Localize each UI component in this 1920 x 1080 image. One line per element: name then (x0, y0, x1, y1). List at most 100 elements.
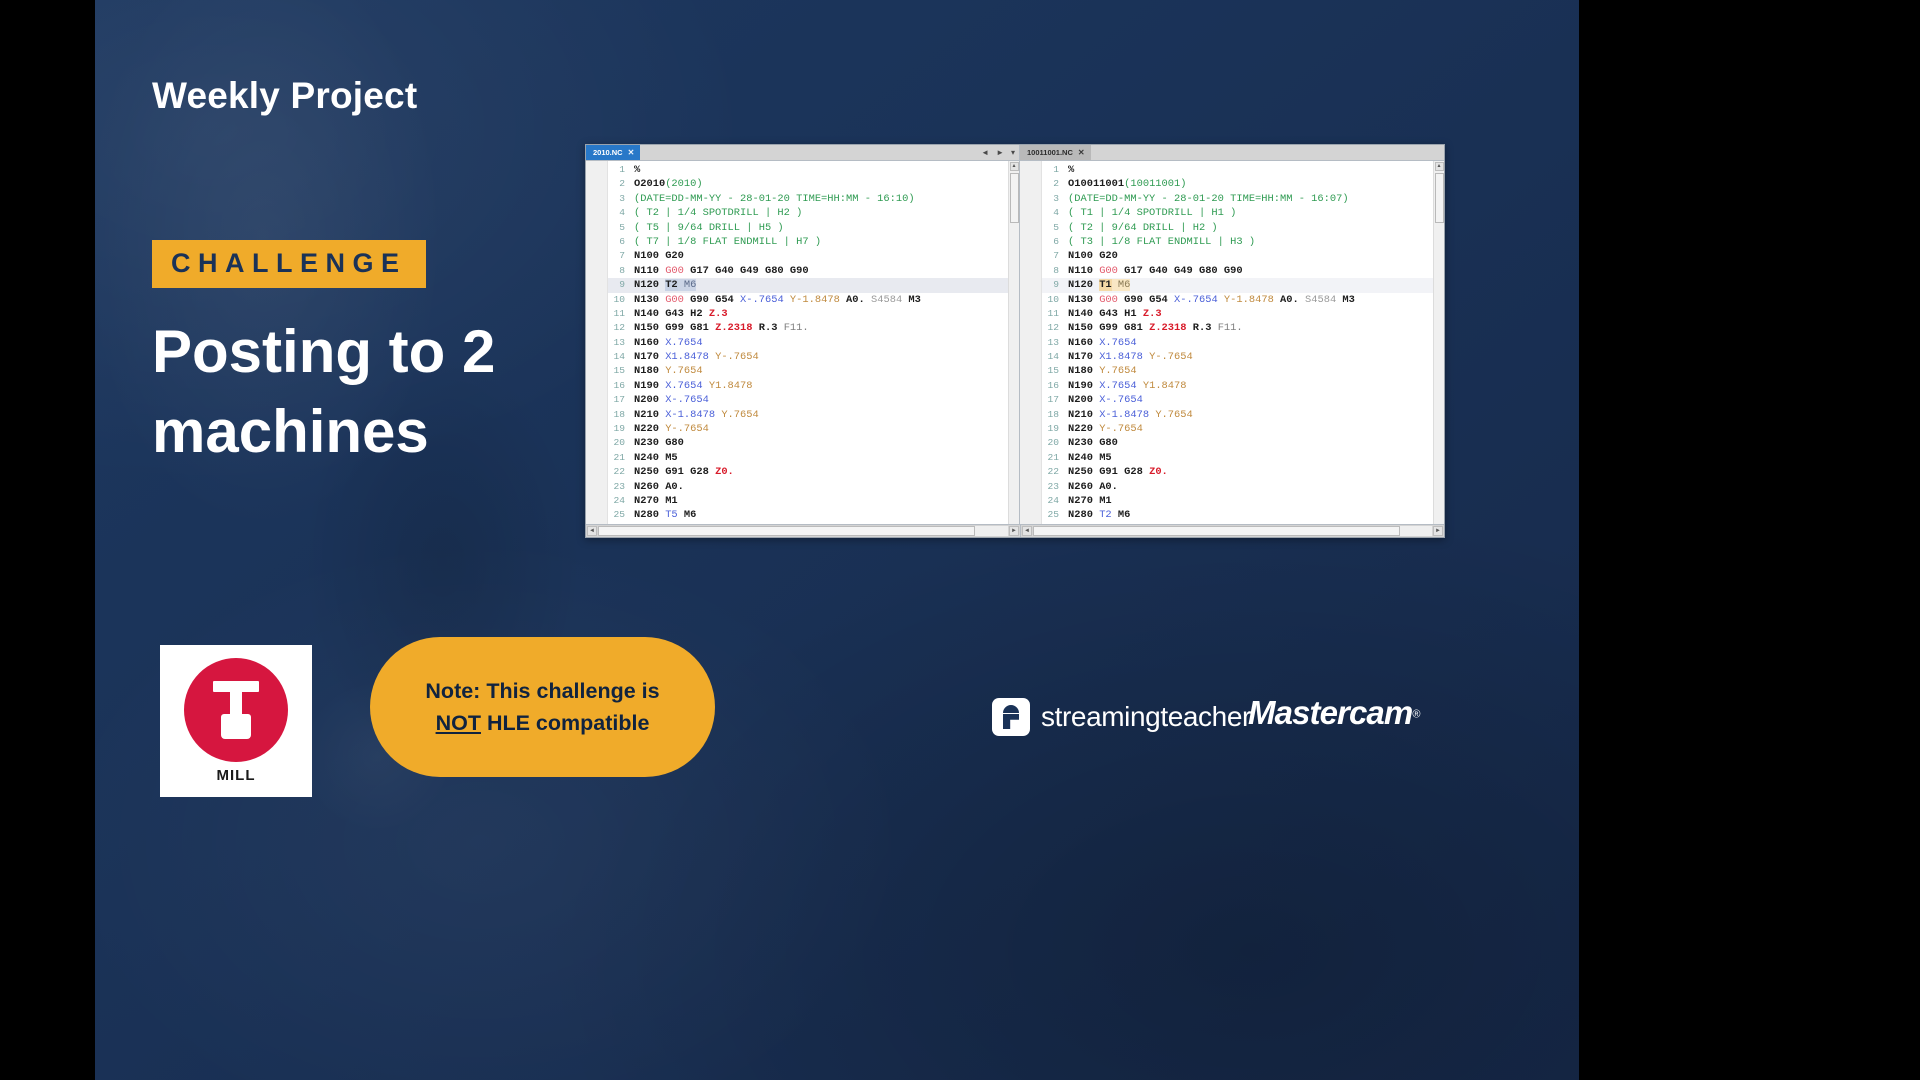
scroll-up-icon[interactable]: ▴ (1434, 162, 1444, 171)
code-line[interactable]: 12 N150 G99 G81 Z.2318 R.3 F11. (1042, 321, 1433, 335)
code-text: N180 Y.7654 (1068, 364, 1433, 378)
code-line[interactable]: 20 N230 G80 (608, 436, 1008, 450)
code-line[interactable]: 12 N150 G99 G81 Z.2318 R.3 F11. (608, 321, 1008, 335)
scroll-thumb[interactable] (598, 526, 976, 536)
code-line[interactable]: 15 N180 Y.7654 (608, 364, 1008, 378)
horizontal-scrollbar-right[interactable]: ◄ ► (1021, 525, 1444, 537)
code-line[interactable]: 10 N130 G00 G90 G54 X-.7654 Y-1.8478 A0. … (1042, 293, 1433, 307)
code-line[interactable]: 24 N270 M1 (608, 494, 1008, 508)
chevron-right-icon[interactable]: ► (996, 148, 1004, 157)
code-line[interactable]: 25 N280 T2 M6 (1042, 508, 1433, 522)
scroll-left-icon[interactable]: ◄ (1022, 526, 1032, 536)
code-token: Y-.7654 (1149, 351, 1193, 364)
code-lines-right[interactable]: 1% 2 O10011001(10011001) 3 (DATE=DD-MM-YY - … (1042, 161, 1433, 524)
mill-logo-label: MILL (216, 767, 256, 784)
editor-pane-left: 2010.NC ✕ ◄ ► ▾ 1%2O2010(2010)3(DATE (586, 145, 1020, 524)
line-number: 5 (1053, 221, 1059, 233)
code-line[interactable]: 17 N200 X-.7654 (608, 393, 1008, 407)
code-token: Y.7654 (1155, 408, 1193, 421)
code-line[interactable]: 4 ( T2 | 1/4 SPOTDRILL | H2 ) (608, 206, 1008, 220)
vertical-scrollbar-right[interactable]: ▴ (1433, 161, 1444, 524)
scroll-track[interactable] (598, 526, 1008, 536)
code-line[interactable]: 2 O2010(2010) (608, 177, 1008, 191)
code-line[interactable]: 15 N180 Y.7654 (1042, 364, 1433, 378)
code-line[interactable]: 5 ( T5 | 9/64 DRILL | H5 ) (608, 221, 1008, 235)
code-line[interactable]: 11 N140 G43 H2 Z.3 (608, 307, 1008, 321)
tab-2010-nc[interactable]: 2010.NC ✕ (586, 145, 641, 160)
line-number: 13 (613, 336, 625, 348)
code-line[interactable]: 1% (1042, 163, 1433, 177)
code-line[interactable]: 21 N240 M5 (608, 451, 1008, 465)
code-line[interactable]: 7 N100 G20 (608, 249, 1008, 263)
code-line[interactable]: 23 N260 A0. (608, 480, 1008, 494)
code-line[interactable]: 16 N190 X.7654 Y1.8478 (608, 379, 1008, 393)
code-line[interactable]: 18 N210 X-1.8478 Y.7654 (608, 408, 1008, 422)
scroll-thumb[interactable] (1009, 173, 1019, 223)
code-line[interactable]: 21 N240 M5 (1042, 451, 1433, 465)
code-line[interactable]: 6 ( T3 | 1/8 FLAT ENDMILL | H3 ) (1042, 235, 1433, 249)
tab-label: 10011001.NC (1027, 148, 1073, 157)
scroll-track[interactable] (1033, 526, 1432, 536)
code-text: N170 X1.8478 Y-.7654 (634, 350, 1008, 364)
code-line[interactable]: 4 ( T1 | 1/4 SPOTDRILL | H1 ) (1042, 206, 1433, 220)
code-line[interactable]: 11 N140 G43 H1 Z.3 (1042, 307, 1433, 321)
code-token: A0. (1099, 480, 1118, 493)
code-line[interactable]: 9 N120 T1 M6 (1042, 278, 1433, 293)
code-line[interactable]: 17 N200 X-.7654 (1042, 393, 1433, 407)
close-icon[interactable]: ✕ (628, 148, 635, 157)
code-line[interactable]: 25 N280 T5 M6 (608, 508, 1008, 522)
code-lines-left[interactable]: 1% 2 O2010(2010) 3 (DATE=DD-MM-YY - 28-01-20… (608, 161, 1008, 524)
scroll-thumb[interactable] (1033, 526, 1401, 536)
code-line[interactable]: 14 N170 X1.8478 Y-.7654 (608, 350, 1008, 364)
code-line[interactable]: 9 N120 T2 M6 (608, 278, 1008, 293)
chevron-down-icon[interactable]: ▾ (1011, 148, 1015, 157)
code-line[interactable]: 13 N160 X.7654 (608, 336, 1008, 350)
code-line[interactable]: 13 N160 X.7654 (1042, 336, 1433, 350)
code-line[interactable]: 3 (DATE=DD-MM-YY - 28-01-20 TIME=HH:MM - … (1042, 192, 1433, 206)
code-token: G17 G40 G49 G80 G90 (683, 264, 809, 277)
code-line[interactable]: 19 N220 Y-.7654 (608, 422, 1008, 436)
code-line[interactable]: 24 N270 M1 (1042, 494, 1433, 508)
scroll-left-icon[interactable]: ◄ (587, 526, 597, 536)
code-line[interactable]: 23 N260 A0. (1042, 480, 1433, 494)
chevron-left-icon[interactable]: ◄ (981, 148, 989, 157)
code-token: N140 (1068, 307, 1100, 320)
code-token: G90 G54 (1117, 293, 1175, 306)
code-line[interactable]: 6 ( T7 | 1/8 FLAT ENDMILL | H7 ) (608, 235, 1008, 249)
code-text: % (634, 163, 1008, 177)
code-line[interactable]: 22 N250 G91 G28 Z0. (1042, 465, 1433, 479)
code-line[interactable]: 5 ( T2 | 9/64 DRILL | H2 ) (1042, 221, 1433, 235)
code-token: (10011001) (1124, 178, 1187, 191)
code-line[interactable]: 19 N220 Y-.7654 (1042, 422, 1433, 436)
code-token: N240 (1068, 451, 1100, 464)
code-token: S4584 (1305, 293, 1337, 306)
code-line[interactable]: 14 N170 X1.8478 Y-.7654 (1042, 350, 1433, 364)
code-token: Z.3 (1142, 307, 1162, 320)
code-view-left[interactable]: 1% 2 O2010(2010) 3 (DATE=DD-MM-YY - 28-01-20… (586, 161, 1019, 524)
code-token: G00 (1099, 293, 1118, 306)
line-number: 19 (613, 423, 625, 435)
code-line[interactable]: 18 N210 X-1.8478 Y.7654 (1042, 408, 1433, 422)
code-line[interactable]: 16 N190 X.7654 Y1.8478 (1042, 379, 1433, 393)
code-token: Z0. (715, 466, 734, 479)
code-line[interactable]: 3 (DATE=DD-MM-YY - 28-01-20 TIME=HH:MM - … (608, 192, 1008, 206)
code-line[interactable]: 8 N110 G00 G17 G40 G49 G80 G90 (608, 264, 1008, 278)
scroll-right-icon[interactable]: ► (1433, 526, 1443, 536)
horizontal-scrollbar-left[interactable]: ◄ ► (586, 525, 1020, 537)
close-icon[interactable]: ✕ (1078, 148, 1085, 157)
scroll-thumb[interactable] (1434, 173, 1444, 223)
code-line[interactable]: 8 N110 G00 G17 G40 G49 G80 G90 (1042, 264, 1433, 278)
tab-10011001-nc[interactable]: 10011001.NC ✕ (1020, 145, 1091, 160)
code-token: R.3 (1186, 322, 1218, 335)
code-token: T2 (1099, 509, 1112, 522)
code-view-right[interactable]: 1% 2 O10011001(10011001) 3 (DATE=DD-MM-YY - … (1020, 161, 1444, 524)
code-line[interactable]: 2 O10011001(10011001) (1042, 177, 1433, 191)
code-line[interactable]: 22 N250 G91 G28 Z0. (608, 465, 1008, 479)
scroll-up-icon[interactable]: ▴ (1009, 162, 1019, 171)
code-line[interactable]: 7 N100 G20 (1042, 249, 1433, 263)
vertical-scrollbar-left[interactable]: ▴ (1008, 161, 1019, 524)
scroll-right-icon[interactable]: ► (1009, 526, 1019, 536)
code-line[interactable]: 20 N230 G80 (1042, 436, 1433, 450)
code-line[interactable]: 1% (608, 163, 1008, 177)
code-line[interactable]: 10 N130 G00 G90 G54 X-.7654 Y-1.8478 A0. … (608, 293, 1008, 307)
